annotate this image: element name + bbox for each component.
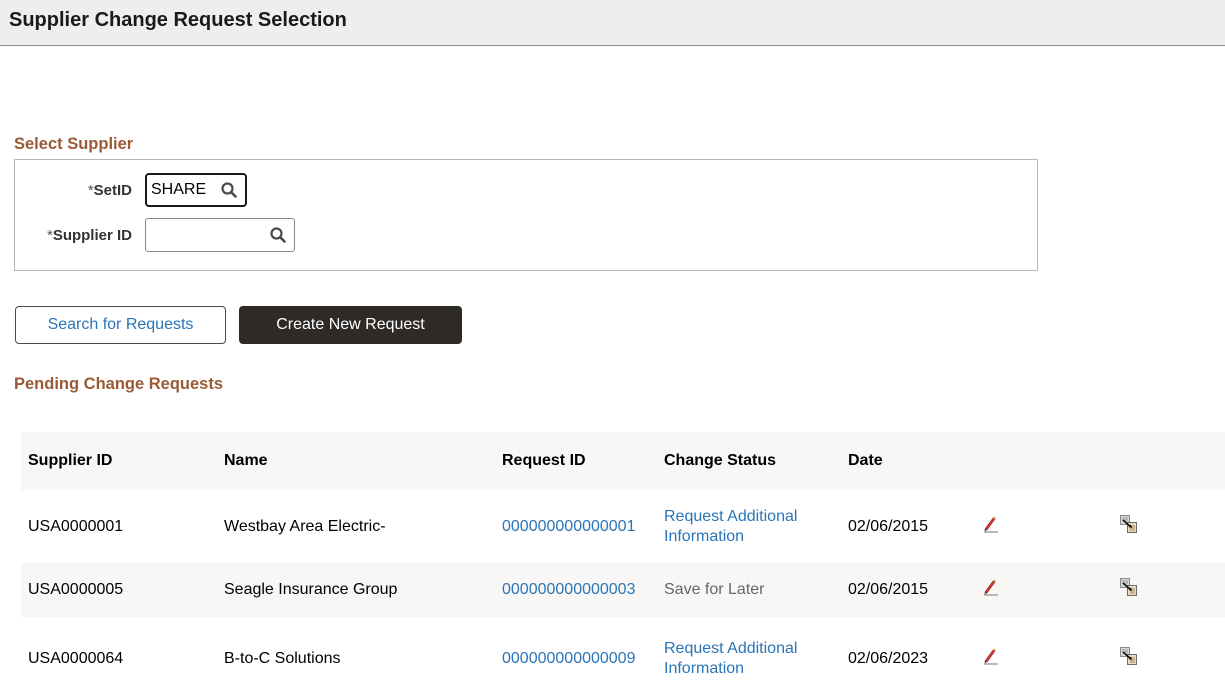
view-details-button[interactable] [1119, 646, 1139, 672]
view-details-icon[interactable] [1119, 646, 1139, 666]
supplier-id-search-icon[interactable] [269, 226, 287, 244]
view-details-icon[interactable] [1119, 577, 1139, 597]
column-header-name[interactable]: Name [224, 451, 268, 471]
column-header-date[interactable]: Date [848, 451, 883, 471]
change-status-link[interactable]: Request Additional Information [664, 507, 834, 547]
grid-header-row: Supplier ID Name Request ID Change Statu… [21, 432, 1225, 490]
name-cell: B-to-C Solutions [224, 649, 341, 667]
setid-field[interactable] [145, 173, 247, 207]
view-details-button[interactable] [1119, 514, 1139, 540]
edit-pencil-icon[interactable] [981, 646, 1001, 666]
date-cell: 02/06/2023 [848, 649, 929, 667]
change-status-link[interactable]: Request Additional Information [664, 639, 834, 679]
setid-search-icon[interactable] [220, 181, 238, 199]
page-header: Supplier Change Request Selection [0, 0, 1225, 46]
supplier-id-cell: USA0000064 [28, 649, 124, 667]
name-cell: Westbay Area Electric- [224, 517, 386, 535]
search-for-requests-button[interactable]: Search for Requests [15, 306, 226, 344]
column-header-supplier-id[interactable]: Supplier ID [28, 451, 112, 471]
column-header-change-status[interactable]: Change Status [664, 451, 834, 471]
date-cell: 02/06/2015 [848, 581, 929, 598]
column-header-request-id[interactable]: Request ID [502, 451, 586, 471]
supplier-id-label: *Supplier ID [12, 227, 132, 244]
edit-button[interactable] [981, 646, 1001, 672]
select-supplier-title: Select Supplier [14, 135, 134, 153]
edit-pencil-icon[interactable] [981, 577, 1001, 597]
supplier-id-label-text: Supplier ID [52, 227, 132, 244]
setid-label: *SetID [12, 182, 132, 199]
request-id-link[interactable]: 000000000000001 [502, 517, 635, 537]
table-row: USA0000001 Westbay Area Electric- 000000… [21, 490, 1225, 563]
edit-pencil-icon[interactable] [981, 514, 1001, 534]
request-id-link[interactable]: 000000000000009 [502, 649, 635, 669]
supplier-id-cell: USA0000001 [28, 517, 124, 535]
page-title: Supplier Change Request Selection [9, 9, 347, 31]
request-id-link[interactable]: 000000000000003 [502, 580, 635, 600]
setid-label-text: SetID [93, 182, 132, 199]
view-details-button[interactable] [1119, 577, 1139, 603]
edit-button[interactable] [981, 514, 1001, 540]
supplier-id-field[interactable] [145, 218, 295, 252]
pending-change-requests-title: Pending Change Requests [14, 375, 224, 393]
create-new-request-button[interactable]: Create New Request [239, 306, 462, 344]
date-cell: 02/06/2015 [848, 517, 929, 535]
change-status-text: Save for Later [664, 581, 765, 598]
table-row: USA0000005 Seagle Insurance Group 000000… [21, 563, 1225, 617]
pending-requests-grid: Supplier ID Name Request ID Change Statu… [21, 432, 1225, 700]
edit-button[interactable] [981, 577, 1001, 603]
table-row: USA0000064 B-to-C Solutions 000000000000… [21, 617, 1225, 700]
view-details-icon[interactable] [1119, 514, 1139, 534]
supplier-id-cell: USA0000005 [28, 581, 124, 598]
name-cell: Seagle Insurance Group [224, 581, 398, 598]
